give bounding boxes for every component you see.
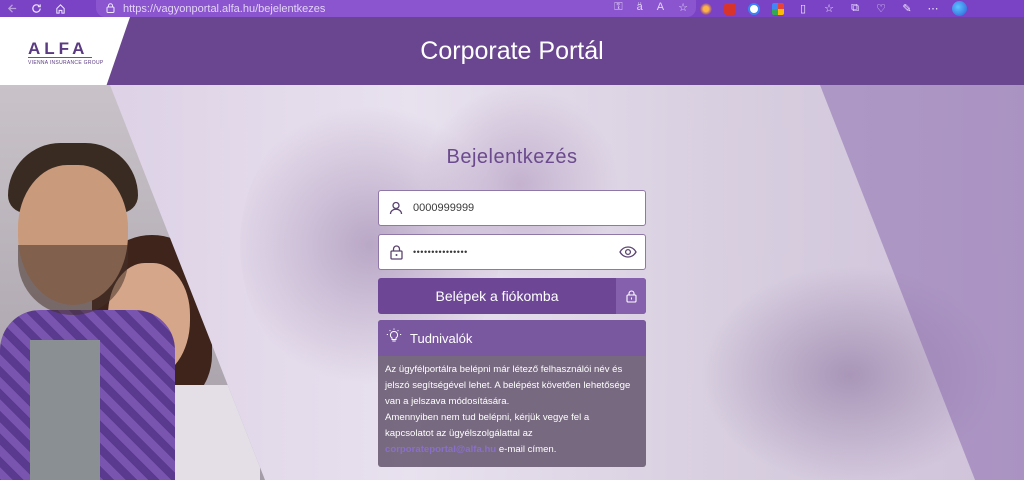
back-icon[interactable] [0,0,24,17]
favorite-star-icon[interactable]: ☆ [678,1,688,14]
info-panel-body: Az ügyfélportálra belépni már létező fel… [378,356,646,458]
browser-toolbar: https://vagyonportal.alfa.hu/bejelentkez… [0,0,1024,17]
split-screen-icon[interactable]: ▯ [796,2,810,15]
info-panel-header: Tudnivalók [378,320,646,356]
site-header: ALFA VIENNA INSURANCE GROUP Corporate Po… [0,17,1024,85]
lock-icon [616,278,646,314]
more-menu-icon[interactable]: ⋯ [926,2,940,15]
login-button[interactable]: Belépek a fiókomba [378,278,646,314]
password-value[interactable]: ••••••••••••••• [413,247,611,257]
support-email-link[interactable]: corporateportal@alfa.hu [385,444,496,455]
lock-icon [106,2,115,15]
extensions-icon[interactable]: ✎ [900,2,914,15]
extension-icon-4[interactable] [772,2,784,15]
show-password-icon[interactable] [611,246,645,258]
bing-icon[interactable] [952,1,967,16]
performance-icon[interactable]: ♡ [874,2,888,15]
reload-icon[interactable] [24,0,48,17]
info-paragraph: Amennyiben nem tud belépni, kérjük vegye… [385,412,590,439]
login-button-label: Belépek a fiókomba [435,288,559,304]
username-field[interactable]: 0000999999 [378,190,646,226]
page-title: Corporate Portál [420,36,604,65]
home-icon[interactable] [48,0,72,17]
login-title: Bejelentkezés [446,146,578,168]
user-icon [379,201,413,215]
info-paragraph: Az ügyfélportálra belépni már létező fel… [385,364,631,407]
photo-shape [30,340,100,480]
address-bar[interactable]: https://vagyonportal.alfa.hu/bejelentkez… [96,0,696,17]
info-panel: Tudnivalók Az ügyfélportálra belépni már… [378,320,646,467]
info-panel-title: Tudnivalók [410,330,473,346]
translate-icon[interactable]: ä [637,1,643,14]
padlock-icon [379,244,413,260]
collections-icon[interactable]: ⧉ [848,2,862,15]
username-value[interactable]: 0000999999 [413,202,645,214]
lightbulb-icon [386,328,402,349]
extension-icon-3[interactable] [748,2,760,15]
favorites-icon[interactable]: ☆ [822,2,836,15]
key-icon[interactable]: ⚿ [614,1,622,14]
url-text: https://vagyonportal.alfa.hu/bejelentkez… [123,2,326,15]
couple-photo [0,85,265,480]
extension-icon-2[interactable] [724,2,736,15]
password-field[interactable]: ••••••••••••••• [378,234,646,270]
read-aloud-icon[interactable]: A [657,1,664,14]
extension-icon-1[interactable] [700,2,712,15]
info-paragraph-suffix: e-mail címen. [498,444,557,455]
